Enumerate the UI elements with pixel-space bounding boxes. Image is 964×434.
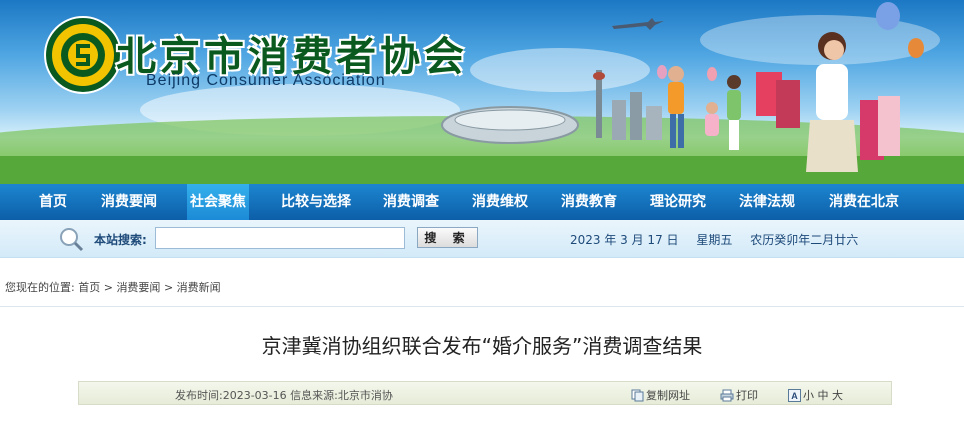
- nav-item-rights[interactable]: 消费维权: [469, 184, 531, 220]
- lunar-date-text: 农历癸卯年二月廿六: [750, 233, 859, 247]
- nav-item-news[interactable]: 消费要闻: [98, 184, 160, 220]
- print-label: 打印: [736, 389, 758, 402]
- search-input[interactable]: [155, 227, 405, 249]
- breadcrumb-separator: >: [163, 281, 174, 294]
- article-meta: 发布时间:2023-03-16 信息来源:北京市消协: [175, 387, 393, 403]
- font-size-controls: A 小 中 大: [788, 387, 843, 403]
- publish-date: 2023-03-16: [222, 389, 287, 402]
- nav-item-law[interactable]: 法律法规: [736, 184, 798, 220]
- nav-item-compare[interactable]: 比较与选择: [276, 184, 356, 220]
- nav-item-focus[interactable]: 社会聚焦: [187, 184, 249, 220]
- svg-text:A: A: [791, 391, 798, 401]
- nav-item-education[interactable]: 消费教育: [558, 184, 620, 220]
- breadcrumb-consumer-news[interactable]: 消费新闻: [177, 281, 221, 294]
- nav-item-beijing[interactable]: 消费在北京: [825, 184, 903, 220]
- search-bar: 本站搜索: 搜 索 2023 年 3 月 17 日 星期五 农历癸卯年二月廿六: [0, 220, 964, 258]
- breadcrumb-prefix: 您现在的位置:: [5, 281, 75, 294]
- breadcrumb-news[interactable]: 消费要闻: [116, 281, 160, 294]
- article-tools: 复制网址 打印 A 小 中 大: [631, 387, 843, 403]
- copy-url-button[interactable]: 复制网址: [631, 387, 690, 403]
- font-size-medium[interactable]: 中: [818, 387, 829, 403]
- site-title-en: Beijing Consumer Association: [146, 72, 386, 89]
- article-title: 京津冀消协组织联合发布“婚介服务”消费调查结果: [261, 334, 703, 358]
- search-button[interactable]: 搜 索: [417, 227, 478, 248]
- main-nav: 首页 消费要闻 社会聚焦 比较与选择 消费调查 消费维权 消费教育 理论研究 法…: [0, 184, 964, 220]
- copy-url-label: 复制网址: [646, 389, 690, 402]
- publish-label: 发布时间:: [175, 389, 223, 402]
- breadcrumb: 您现在的位置: 首页 > 消费要闻 > 消费新闻: [5, 279, 221, 295]
- article-info-bar: 发布时间:2023-03-16 信息来源:北京市消协 复制网址 打印 A 小 中…: [78, 381, 892, 405]
- nav-item-survey[interactable]: 消费调查: [380, 184, 442, 220]
- breadcrumb-home[interactable]: 首页: [78, 281, 100, 294]
- source-value: 北京市消协: [337, 389, 393, 402]
- divider: [0, 306, 964, 307]
- search-label: 本站搜索:: [94, 233, 147, 247]
- font-size-small[interactable]: 小: [803, 387, 814, 403]
- font-size-icon: A: [788, 388, 801, 402]
- magnifier-icon: [60, 228, 84, 252]
- source-label: 信息来源:: [290, 389, 338, 402]
- date-text: 2023 年 3 月 17 日: [570, 233, 679, 247]
- nav-item-theory[interactable]: 理论研究: [647, 184, 709, 220]
- header-banner: 北京市消费者协会 Beijing Consumer Association: [0, 0, 964, 184]
- print-button[interactable]: 打印: [720, 387, 758, 403]
- copy-icon: [631, 389, 644, 401]
- nav-item-home[interactable]: 首页: [35, 184, 71, 220]
- font-size-large[interactable]: 大: [832, 387, 843, 403]
- date-display: 2023 年 3 月 17 日 星期五 农历癸卯年二月廿六: [570, 231, 872, 248]
- weekday-text: 星期五: [696, 233, 733, 247]
- printer-icon: [720, 389, 734, 401]
- breadcrumb-separator: >: [103, 281, 113, 294]
